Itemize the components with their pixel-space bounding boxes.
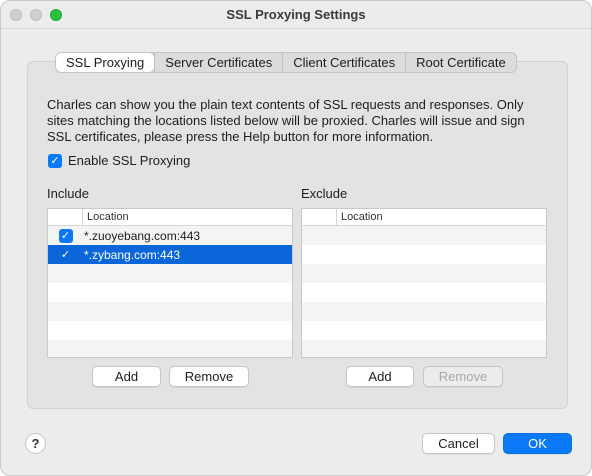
location-cell: *.zybang.com:443 [84,247,181,262]
tab-root-certificate[interactable]: Root Certificate [405,53,516,72]
include-rows: ✓ *.zuoyebang.com:443 ✓ *.zybang.com:443 [48,226,292,357]
title-bar: SSL Proxying Settings [1,1,591,29]
table-row[interactable]: ✓ *.zybang.com:443 [48,245,292,264]
empty-row [302,264,546,283]
ok-button[interactable]: OK [503,433,572,454]
empty-row [48,264,292,283]
location-cell: *.zuoyebang.com:443 [84,228,201,243]
tab-server-certificates[interactable]: Server Certificates [154,53,282,72]
help-button[interactable]: ? [25,433,46,454]
include-add-button[interactable]: Add [92,366,161,387]
include-checkbox-column-header[interactable] [48,209,83,225]
empty-row [302,226,546,245]
empty-row [302,245,546,264]
checkmark-icon[interactable]: ✓ [48,153,62,168]
table-row[interactable]: ✓ *.zuoyebang.com:443 [48,226,292,245]
tab-ssl-proxying[interactable]: SSL Proxying [56,53,155,72]
ssl-proxying-settings-window: SSL Proxying Settings SSL Proxying Serve… [0,0,592,476]
empty-row [48,321,292,340]
empty-row [302,340,546,357]
empty-row [302,321,546,340]
tab-client-certificates[interactable]: Client Certificates [282,53,405,72]
include-table-header: Location [48,209,292,226]
description-text: Charles can show you the plain text cont… [47,97,525,144]
exclude-label: Exclude [301,186,348,201]
exclude-remove-button: Remove [423,366,503,387]
include-remove-button[interactable]: Remove [169,366,249,387]
empty-row [48,283,292,302]
cancel-button[interactable]: Cancel [422,433,495,454]
empty-row [302,283,546,302]
enable-ssl-proxying-checkbox[interactable]: ✓ Enable SSL Proxying [48,153,190,168]
include-label: Include [47,186,89,201]
exclude-rows [302,226,546,357]
exclude-table-header: Location [302,209,546,226]
exclude-checkbox-column-header[interactable] [302,209,337,225]
empty-row [48,302,292,321]
window-title: SSL Proxying Settings [226,7,366,22]
include-table[interactable]: Location ✓ *.zuoyebang.com:443 ✓ *.zyban… [47,208,293,358]
include-location-column-header[interactable]: Location [83,209,129,225]
empty-row [302,302,546,321]
exclude-add-button[interactable]: Add [346,366,414,387]
checkmark-icon[interactable]: ✓ [59,248,73,262]
checkmark-icon[interactable]: ✓ [58,228,73,243]
tab-bar: SSL Proxying Server Certificates Client … [55,52,517,73]
exclude-table[interactable]: Location [301,208,547,358]
enable-ssl-proxying-label: Enable SSL Proxying [68,153,191,168]
empty-row [48,340,292,357]
exclude-location-column-header[interactable]: Location [337,209,383,225]
